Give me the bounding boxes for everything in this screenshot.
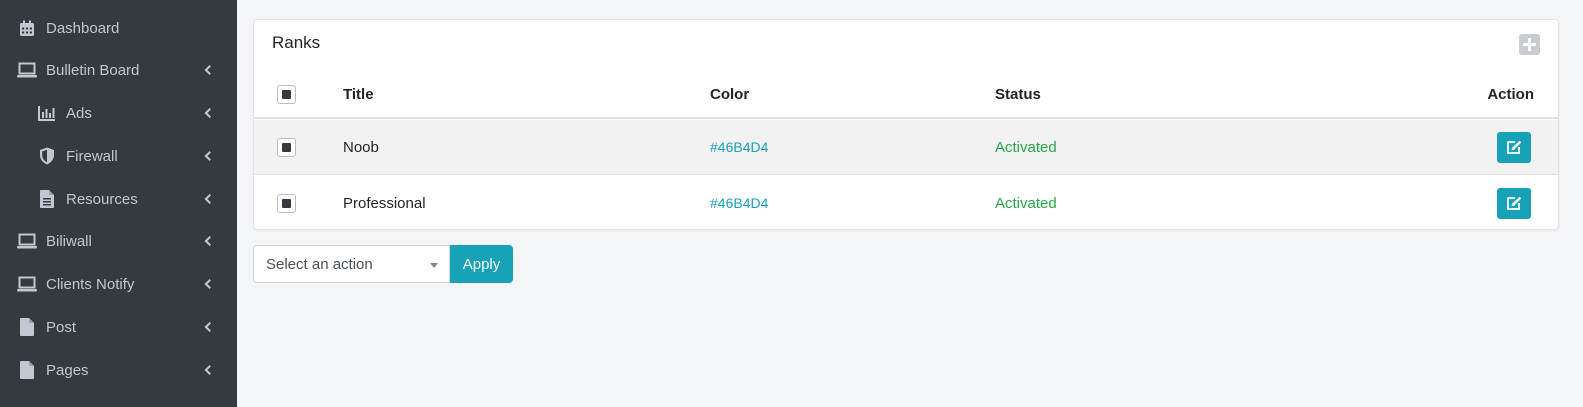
chevron-left-icon xyxy=(204,194,215,204)
sidebar-item-pages[interactable]: Pages xyxy=(0,349,237,391)
sidebar-item-ads[interactable]: Ads xyxy=(0,92,237,134)
sidebar-item-post[interactable]: Post xyxy=(0,306,237,348)
ranks-card: Ranks Title Color Status Action Noob #46… xyxy=(253,19,1559,230)
file-icon xyxy=(16,318,38,336)
chevron-left-icon xyxy=(204,279,215,289)
sidebar-item-dashboard[interactable]: Dashboard xyxy=(0,7,237,49)
chevron-left-icon xyxy=(204,365,215,375)
sidebar-item-label: Post xyxy=(46,318,77,336)
select-all-checkbox[interactable] xyxy=(277,85,296,104)
file-icon xyxy=(36,190,58,208)
laptop-icon xyxy=(16,275,38,293)
sidebar-item-resources[interactable]: Resources xyxy=(0,178,237,220)
laptop-icon xyxy=(16,232,38,250)
header-action: Action xyxy=(1487,86,1534,103)
chevron-left-icon xyxy=(204,65,215,75)
sidebar-item-biliwall[interactable]: Biliwall xyxy=(0,220,237,262)
header-color[interactable]: Color xyxy=(710,72,749,117)
row-checkbox[interactable] xyxy=(277,137,296,157)
file-icon xyxy=(16,361,38,379)
caret-down-icon xyxy=(430,263,438,268)
select-all-cell xyxy=(277,72,297,117)
sidebar-item-label: Bulletin Board xyxy=(46,61,140,79)
edit-button[interactable] xyxy=(1497,187,1531,219)
chevron-left-icon xyxy=(204,151,215,161)
sidebar-item-clients-notify[interactable]: Clients Notify xyxy=(0,263,237,305)
plus-square-icon[interactable] xyxy=(1519,34,1540,55)
edit-icon xyxy=(1507,140,1522,154)
bar-chart-icon xyxy=(36,104,58,122)
sidebar-item-label: Clients Notify xyxy=(46,275,135,293)
rank-status: Activated xyxy=(995,194,1057,212)
sidebar-item-label: Firewall xyxy=(66,147,118,165)
action-cell xyxy=(1497,120,1531,174)
rank-title: Noob xyxy=(343,138,379,156)
card-title: Ranks xyxy=(272,33,321,52)
chevron-left-icon xyxy=(204,108,215,118)
chevron-left-icon xyxy=(204,236,215,246)
sidebar-item-label: Biliwall xyxy=(46,232,92,250)
row-checkbox[interactable] xyxy=(277,193,296,213)
sidebar-item-label: Resources xyxy=(66,190,138,208)
row-checkbox-cell xyxy=(277,176,297,230)
table-row: Noob #46B4D4 Activated xyxy=(254,120,1558,175)
calendar-icon xyxy=(16,19,38,37)
laptop-icon xyxy=(16,61,38,79)
sidebar-item-label: Ads xyxy=(66,104,92,122)
chevron-left-icon xyxy=(204,322,215,332)
rank-color: #46B4D4 xyxy=(710,195,769,211)
header-title[interactable]: Title xyxy=(343,72,374,117)
sidebar-item-label: Pages xyxy=(46,361,89,379)
sidebar-item-label: Dashboard xyxy=(46,19,120,37)
row-checkbox-cell xyxy=(277,120,297,174)
table-row: Professional #46B4D4 Activated xyxy=(254,176,1558,230)
action-cell xyxy=(1497,176,1531,230)
sidebar: Dashboard Bulletin Board Ads Firewall Re… xyxy=(0,0,237,407)
rank-color: #46B4D4 xyxy=(710,139,769,155)
bulk-action-select[interactable]: Select an action xyxy=(253,245,450,283)
edit-icon xyxy=(1507,196,1522,210)
rank-status: Activated xyxy=(995,138,1057,156)
table-header: Title Color Status Action xyxy=(254,72,1558,119)
bulk-action-value: Select an action xyxy=(266,255,373,273)
rank-title: Professional xyxy=(343,194,426,212)
sidebar-item-firewall[interactable]: Firewall xyxy=(0,135,237,177)
header-status[interactable]: Status xyxy=(995,72,1041,117)
apply-button[interactable]: Apply xyxy=(450,245,513,283)
edit-button[interactable] xyxy=(1497,131,1531,163)
shield-icon xyxy=(36,147,58,165)
sidebar-item-bulletin-board[interactable]: Bulletin Board xyxy=(0,49,237,91)
